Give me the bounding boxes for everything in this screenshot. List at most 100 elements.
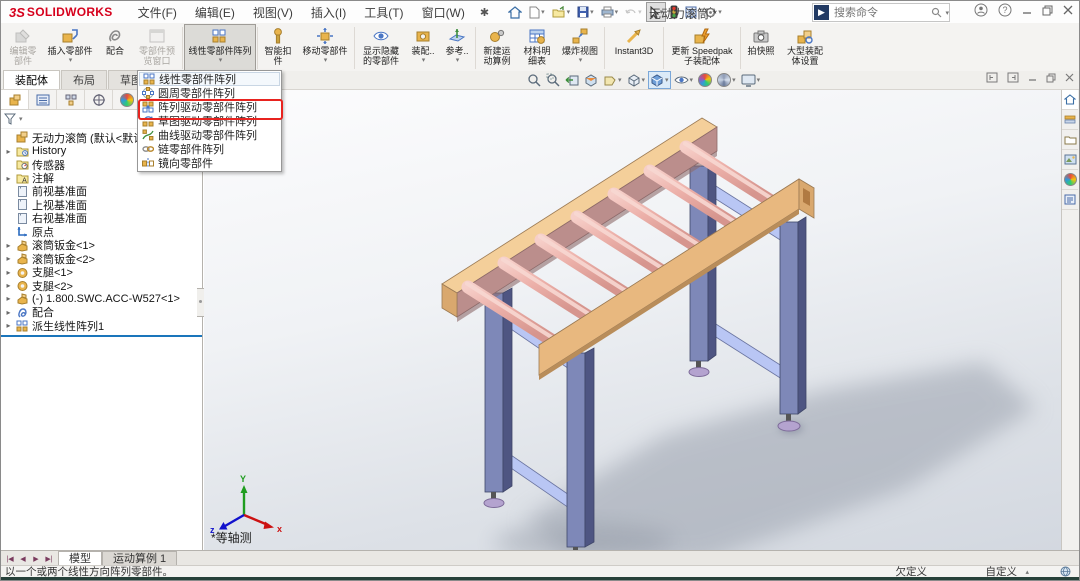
menu-item-chain-pattern[interactable]: 链零部件阵列: [139, 142, 280, 156]
menu-item-sketch-driven-pattern[interactable]: 草图驱动零部件阵列: [139, 114, 280, 128]
restore-button[interactable]: [1042, 5, 1053, 16]
show-hidden-components-button[interactable]: 显示隐藏的零部件: [356, 24, 406, 72]
expand-arrow[interactable]: ▸: [4, 174, 13, 183]
search-scope-caret[interactable]: ▾: [945, 9, 949, 17]
tab-configuration-manager[interactable]: [57, 90, 85, 109]
dynamic-annotation-button[interactable]: ▾: [601, 71, 624, 89]
home-button[interactable]: [505, 2, 525, 22]
exploded-view-button[interactable]: 爆炸视图 ▾: [557, 24, 603, 72]
design-library-button[interactable]: [1062, 110, 1078, 130]
undo-button[interactable]: ▾: [622, 2, 645, 22]
dropdown-caret[interactable]: ▾: [219, 56, 223, 66]
menu-tools[interactable]: 工具(T): [355, 2, 412, 23]
expand-arrow[interactable]: ▸: [4, 254, 13, 263]
zoom-to-fit-button[interactable]: [525, 71, 543, 89]
zoom-to-area-button[interactable]: [544, 71, 562, 89]
pane-toggle-right-icon[interactable]: [1007, 72, 1019, 83]
dropdown-caret[interactable]: ▾: [69, 56, 73, 66]
take-snapshot-button[interactable]: 拍快照: [742, 24, 780, 72]
doc-close-button[interactable]: [1065, 73, 1074, 82]
dropdown-caret[interactable]: ▾: [422, 56, 426, 66]
tree-item-annotations[interactable]: ▸ A 注解: [1, 171, 202, 184]
menu-item-circular-pattern[interactable]: 圆周零部件阵列: [139, 86, 280, 100]
bill-of-materials-button[interactable]: 材料明细表: [517, 24, 557, 72]
doc-restore-button[interactable]: [1046, 73, 1056, 83]
tree-item-roller-sheetmetal-1[interactable]: ▸ 滚筒钣金<1>: [1, 239, 202, 252]
linear-component-pattern-button[interactable]: 线性零部件阵列 ▾: [184, 24, 256, 72]
expand-arrow[interactable]: ▸: [4, 308, 13, 317]
print-button[interactable]: ▾: [598, 2, 622, 22]
nav-last-button[interactable]: ▶|: [43, 555, 55, 563]
search-icon[interactable]: [931, 7, 942, 18]
large-assembly-settings-button[interactable]: 大型装配体设置: [780, 24, 830, 72]
tab-dimxpert-manager[interactable]: [85, 90, 113, 109]
section-view-button[interactable]: [582, 71, 600, 89]
close-button[interactable]: [1063, 5, 1073, 15]
tree-rollback-bar[interactable]: [1, 335, 202, 337]
dropdown-caret[interactable]: ▾: [324, 56, 328, 66]
tab-feature-manager[interactable]: [1, 90, 29, 109]
new-document-button[interactable]: ▾: [526, 2, 548, 22]
menu-window[interactable]: 窗口(W): [413, 2, 474, 23]
doc-minimize-button[interactable]: [1028, 73, 1037, 82]
open-button[interactable]: ▾: [549, 2, 574, 22]
nav-prev-button[interactable]: ◀: [17, 555, 29, 563]
mate-button[interactable]: 配合: [97, 24, 133, 72]
minimize-button[interactable]: [1022, 5, 1032, 15]
task-pane-home-button[interactable]: [1062, 90, 1078, 110]
help-icon[interactable]: ?: [998, 3, 1012, 17]
expand-arrow[interactable]: ▸: [4, 241, 13, 250]
dropdown-caret[interactable]: ▾: [579, 56, 583, 66]
tree-item-roller-sheetmetal-2[interactable]: ▸ 滚筒钣金<2>: [1, 252, 202, 265]
expand-arrow[interactable]: ▸: [4, 281, 13, 290]
dropdown-caret[interactable]: ▾: [456, 56, 460, 66]
menu-item-curve-driven-pattern[interactable]: 曲线驱动零部件阵列: [139, 128, 280, 142]
instant3d-button[interactable]: Instant3D: [606, 24, 662, 72]
search-input[interactable]: [832, 6, 931, 20]
reference-geometry-button[interactable]: 参考.. ▾: [440, 24, 474, 72]
edit-component-button[interactable]: 编辑零部件: [3, 24, 43, 72]
filter-funnel-icon[interactable]: [4, 113, 16, 125]
hide-show-items-button[interactable]: ▾: [672, 71, 696, 89]
tab-layout[interactable]: 布局: [61, 70, 107, 89]
menu-item-linear-pattern[interactable]: 线性零部件阵列: [139, 72, 280, 86]
expand-arrow[interactable]: ▸: [4, 294, 13, 303]
menu-view[interactable]: 视图(V): [244, 2, 302, 23]
menu-insert[interactable]: 插入(I): [302, 2, 355, 23]
expand-arrow[interactable]: ▸: [4, 268, 13, 277]
menu-item-mirror-components[interactable]: 镜向零部件: [139, 156, 280, 170]
tree-item-derived-linear-pattern[interactable]: ▸ 派生线性阵列1: [1, 319, 202, 332]
smart-fasteners-button[interactable]: 智能扣件: [259, 24, 297, 72]
previous-view-button[interactable]: [563, 71, 581, 89]
edit-appearance-button[interactable]: [696, 71, 714, 89]
new-motion-study-button[interactable]: 新建运动算例: [477, 24, 517, 72]
tab-property-manager[interactable]: [29, 90, 57, 109]
tab-assembly[interactable]: 装配体: [3, 70, 60, 89]
tree-item-acc-w527[interactable]: ▸ (-) 1.800.SWC.ACC-W527<1>: [1, 292, 202, 305]
move-component-button[interactable]: 移动零部件 ▾: [297, 24, 353, 72]
custom-properties-button[interactable]: [1062, 190, 1078, 210]
pane-toggle-left-icon[interactable]: [986, 72, 998, 83]
expand-arrow[interactable]: ▸: [4, 321, 13, 330]
status-caret[interactable]: ▴: [1025, 568, 1029, 576]
tree-item-leg-2[interactable]: ▸ 支腿<2>: [1, 279, 202, 292]
nav-first-button[interactable]: |◀: [4, 555, 16, 563]
view-palette-button[interactable]: [1062, 150, 1078, 170]
login-icon[interactable]: [974, 3, 988, 17]
filter-caret[interactable]: ▾: [19, 115, 23, 123]
tree-item-top-plane[interactable]: 上视基准面: [1, 198, 202, 211]
nav-next-button[interactable]: ▶: [30, 555, 42, 563]
update-speedpak-button[interactable]: 更新 Speedpak 子装配体: [665, 24, 739, 72]
menu-file[interactable]: 文件(F): [129, 2, 186, 23]
component-preview-window-button[interactable]: 零部件预览窗口: [133, 24, 181, 72]
apply-scene-button[interactable]: ▾: [715, 71, 738, 89]
view-orientation-button[interactable]: ▾: [648, 71, 671, 89]
insert-component-button[interactable]: 插入零部件 ▾: [43, 24, 97, 72]
save-button[interactable]: ▾: [574, 2, 597, 22]
menu-item-pattern-driven-pattern[interactable]: 阵列驱动零部件阵列: [139, 100, 280, 114]
globe-icon[interactable]: [1060, 566, 1071, 577]
expand-arrow[interactable]: ▸: [4, 147, 13, 156]
tree-item-front-plane[interactable]: 前视基准面: [1, 185, 202, 198]
menu-edit[interactable]: 编辑(E): [186, 2, 244, 23]
tree-item-right-plane[interactable]: 右视基准面: [1, 212, 202, 225]
